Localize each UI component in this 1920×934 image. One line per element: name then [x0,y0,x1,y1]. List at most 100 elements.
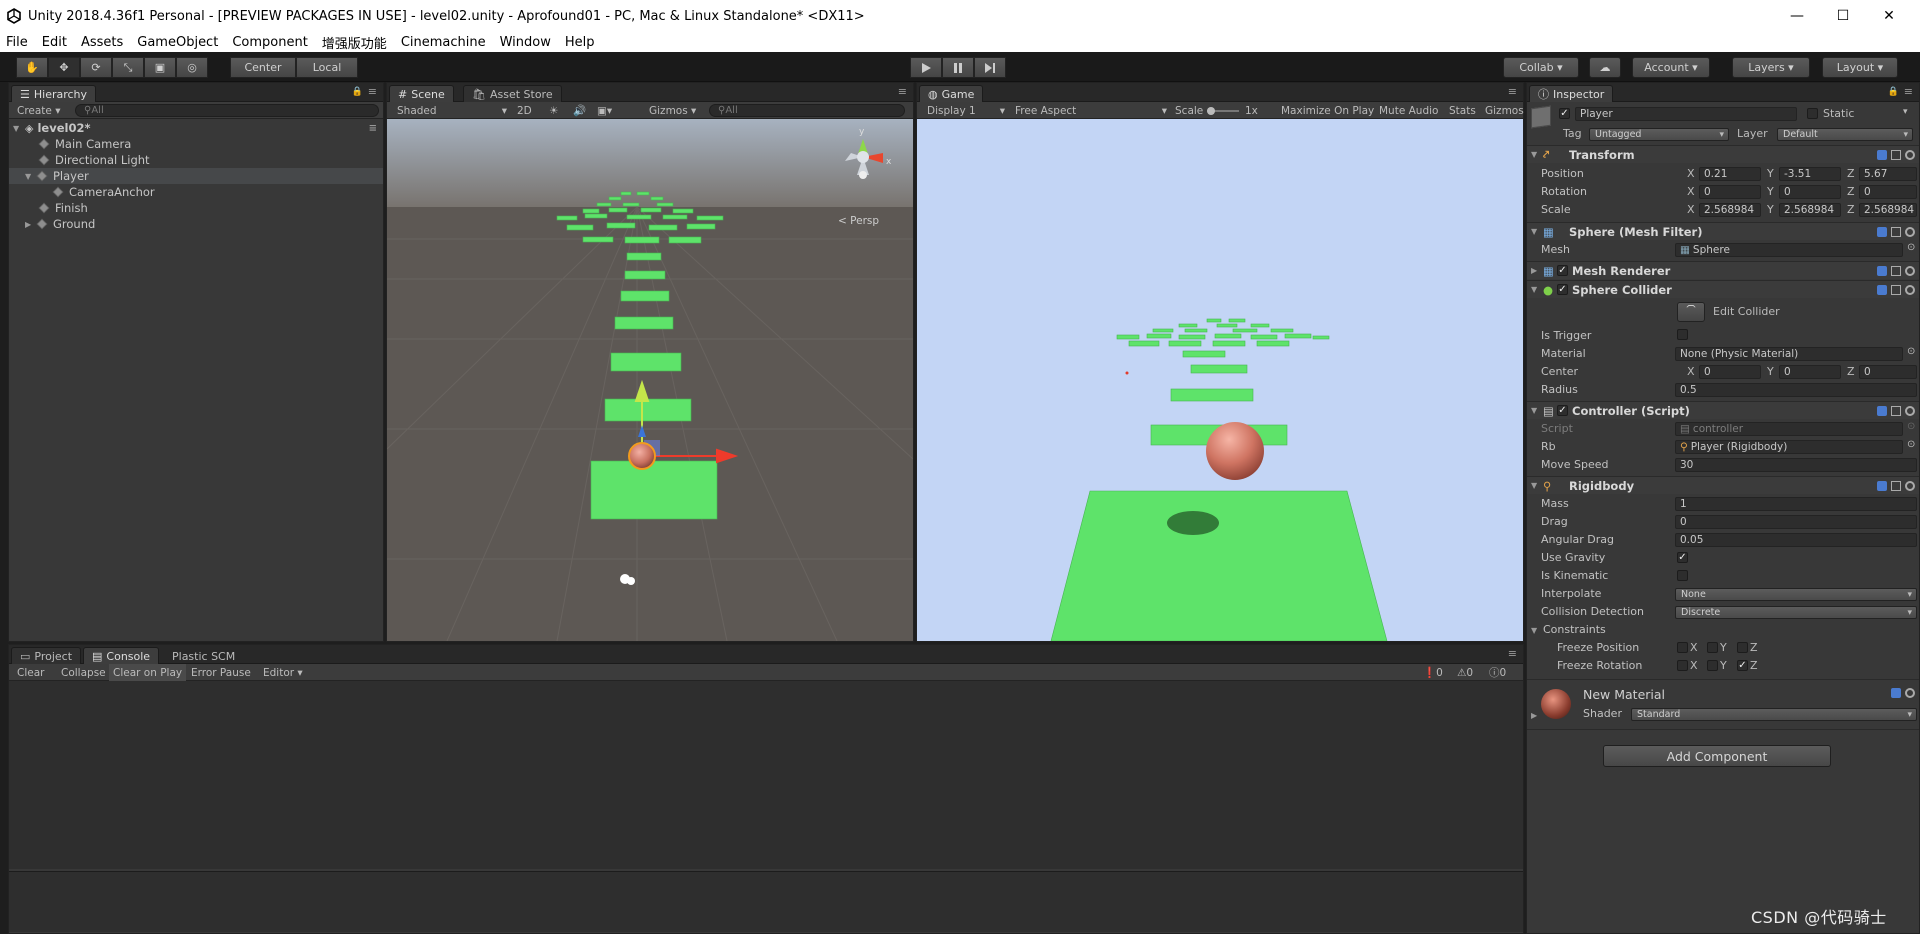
menu-gameobject[interactable]: GameObject [137,35,218,50]
collab-button[interactable]: Collab ▾ [1503,57,1579,78]
effects-toggle-icon[interactable]: ▣▾ [597,102,612,119]
error-count-toggle[interactable]: ❗ 0 [1423,664,1443,681]
expand-arrow-icon[interactable]: ▼ [13,124,25,133]
log-count-toggle[interactable]: ⓘ 0 [1489,664,1506,681]
settings-gear-icon[interactable] [1905,688,1915,698]
error-pause-button[interactable]: Error Pause [191,664,251,681]
collapse-button[interactable]: Collapse [61,664,106,681]
freeze-position-x-checkbox[interactable] [1677,642,1688,653]
center-x-field[interactable]: 0 [1699,365,1761,379]
tab-hierarchy[interactable]: ☰ Hierarchy [11,85,97,102]
clear-on-play-button[interactable]: Clear on Play [109,664,187,681]
display-dropdown[interactable]: Display 1 ▾ [927,102,1005,119]
is-trigger-checkbox[interactable] [1677,329,1688,340]
account-button[interactable]: Account ▾ [1632,57,1710,78]
position-x-field[interactable]: 0.21 [1699,167,1761,181]
stats-toggle[interactable]: Stats [1449,102,1476,119]
settings-gear-icon[interactable] [1905,480,1915,491]
maximize-button[interactable]: ☐ [1820,0,1866,32]
scale-x-field[interactable]: 2.568984 [1699,203,1761,217]
freeze-rotation-y-checkbox[interactable] [1707,660,1718,671]
settings-gear-icon[interactable] [1905,284,1915,295]
help-icon[interactable] [1877,226,1887,237]
rotation-z-field[interactable]: 0 [1859,185,1917,199]
center-y-field[interactable]: 0 [1779,365,1841,379]
mesh-filter-header[interactable]: ▼ ▦ Sphere (Mesh Filter) [1527,222,1919,240]
scale-z-field[interactable]: 2.568984 [1859,203,1917,217]
hierarchy-search-input[interactable]: ⚲ All [75,104,379,117]
tab-console[interactable]: ▤ Console [83,647,160,664]
scale-y-field[interactable]: 2.568984 [1779,203,1841,217]
settings-gear-icon[interactable] [1905,405,1915,416]
settings-gear-icon[interactable] [1905,149,1915,160]
hierarchy-item-finish[interactable]: Finish [9,200,383,216]
menu-cinemachine[interactable]: Cinemachine [401,35,486,50]
play-button[interactable] [910,57,942,78]
hierarchy-item-directional-light[interactable]: Directional Light [9,152,383,168]
shading-mode-dropdown[interactable]: Shaded ▾ [397,102,507,119]
move-speed-field[interactable]: 30 [1675,458,1917,472]
panel-menu-icon[interactable]: ≡ [1508,647,1517,660]
layers-button[interactable]: Layers ▾ [1732,57,1810,78]
position-z-field[interactable]: 5.67 [1859,167,1917,181]
lock-icon[interactable]: 🔒 [1888,87,1899,97]
help-icon[interactable] [1891,688,1901,698]
pivot-center-button[interactable]: Center [230,57,296,78]
tab-asset-store[interactable]: 🛍 Asset Store [463,85,562,102]
scene-root-row[interactable]: ▼ ◈ level02* ≡ [9,120,383,136]
hierarchy-item-main-camera[interactable]: Main Camera [9,136,383,152]
menu-assets[interactable]: Assets [81,35,123,50]
menu-edit[interactable]: Edit [42,35,67,50]
static-dropdown-icon[interactable]: ▾ [1903,107,1908,117]
settings-gear-icon[interactable] [1905,265,1915,276]
foldout-arrow-icon[interactable]: ▶ [1531,711,1537,720]
panel-menu-icon[interactable]: ≡ [898,85,907,98]
scene-menu-icon[interactable]: ≡ [369,123,377,134]
preset-icon[interactable] [1891,265,1901,276]
panel-menu-icon[interactable]: ≡ [1904,85,1913,98]
help-icon[interactable] [1877,265,1887,276]
shader-dropdown[interactable]: Standard [1631,708,1917,721]
object-name-field[interactable]: Player [1575,107,1797,121]
foldout-arrow-icon[interactable]: ▼ [1531,481,1543,490]
panel-menu-icon[interactable]: ≡ [1508,85,1517,98]
edit-collider-button[interactable]: ⏠ [1677,302,1705,322]
audio-toggle-icon[interactable]: 🔊 [573,102,586,119]
aspect-dropdown[interactable]: Free Aspect ▾ [1015,102,1167,119]
collision-detection-dropdown[interactable]: Discrete [1675,606,1917,619]
scale-slider[interactable] [1207,102,1241,119]
foldout-arrow-icon[interactable]: ▼ [1531,285,1543,294]
game-viewport[interactable] [917,119,1523,641]
preset-icon[interactable] [1891,284,1901,295]
close-button[interactable]: ✕ [1866,0,1912,32]
help-icon[interactable] [1877,480,1887,491]
collapse-arrow-icon[interactable]: ▶ [25,220,37,229]
menu-enhanced[interactable]: 增强版功能 [322,33,387,52]
static-checkbox[interactable] [1807,108,1818,119]
active-checkbox[interactable]: ✓ [1559,108,1570,119]
drag-field[interactable]: 0 [1675,515,1917,529]
mesh-renderer-header[interactable]: ▶ ▦ ✓ Mesh Renderer [1527,261,1919,279]
foldout-arrow-icon[interactable]: ▼ [1531,227,1543,236]
pause-button[interactable] [942,57,974,78]
transform-tool-icon[interactable]: ◎ [176,57,208,78]
minimize-button[interactable]: — [1774,0,1820,32]
panel-menu-icon[interactable]: ≡ [368,85,377,98]
angular-drag-field[interactable]: 0.05 [1675,533,1917,547]
foldout-arrow-icon[interactable]: ▼ [1531,626,1543,635]
help-icon[interactable] [1877,149,1887,160]
scale-tool-icon[interactable]: ⤡ [112,57,144,78]
hierarchy-item-player[interactable]: ▼ Player [9,168,383,184]
tab-scene[interactable]: # Scene [389,85,454,102]
position-y-field[interactable]: -3.51 [1779,167,1841,181]
foldout-arrow-icon[interactable]: ▼ [1531,150,1543,159]
game-gizmos-toggle[interactable]: Gizmos [1485,102,1524,119]
menu-component[interactable]: Component [232,35,307,50]
pivot-local-button[interactable]: Local [296,57,358,78]
add-component-button[interactable]: Add Component [1603,745,1831,767]
object-picker-icon[interactable]: ⊙ [1907,242,1915,253]
lighting-toggle-icon[interactable]: ☀ [549,102,558,119]
preset-icon[interactable] [1891,149,1901,160]
hierarchy-item-ground[interactable]: ▶ Ground [9,216,383,232]
maximize-on-play-toggle[interactable]: Maximize On Play [1281,102,1374,119]
